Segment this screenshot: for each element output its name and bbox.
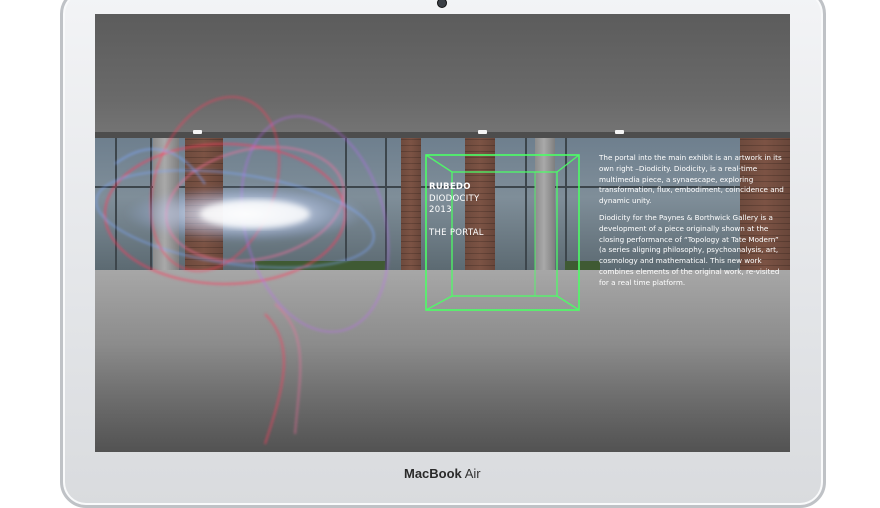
artist-name: RUBEDO — [429, 182, 471, 192]
device-brand-label: MacBook Air — [404, 466, 481, 481]
artwork-title-block: RUBEDO DIODOCITY 2013 THE PORTAL — [429, 182, 484, 239]
description-paragraph: Diodicity for the Paynes & Borthwick Gal… — [599, 212, 780, 287]
laptop-screen: RUBEDO DIODOCITY 2013 THE PORTAL The por… — [95, 14, 790, 452]
artwork-year: 2013 — [429, 205, 452, 215]
artwork-subtitle: THE PORTAL — [429, 227, 484, 238]
description-paragraph: The portal into the main exhibit is an a… — [599, 153, 784, 206]
artwork-name: DIODOCITY — [429, 193, 480, 204]
artwork-description: The portal into the main exhibit is an a… — [599, 153, 785, 295]
